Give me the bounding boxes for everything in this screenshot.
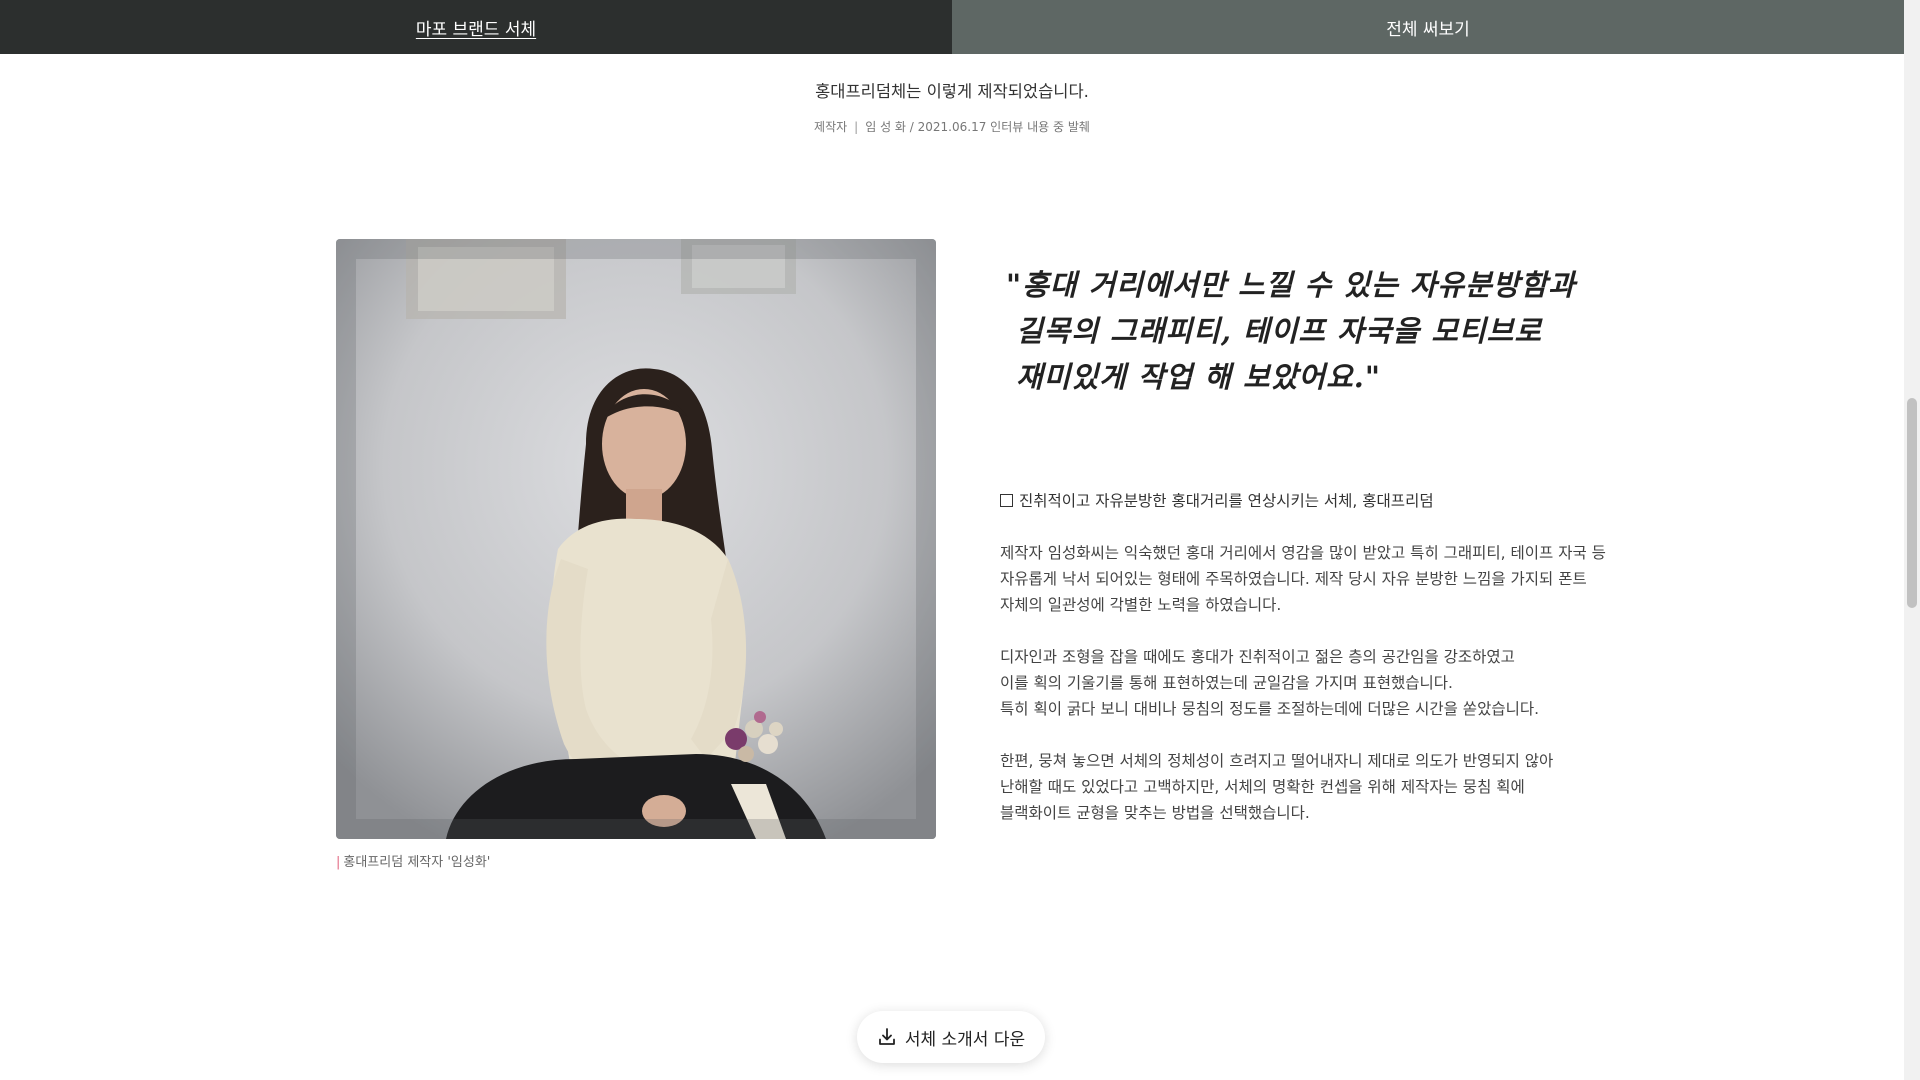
body-line: 디자인과 조형을 잡을 때에도 홍대가 진취적이고 젊은 층의 공간임을 강조하… xyxy=(1000,648,1515,666)
photo-caption: | 홍대프리덤 제작자 '임성화' xyxy=(336,851,490,870)
quote-line: 재미있게 작업 해 보았어요." xyxy=(1016,360,1381,394)
credit-separator: | xyxy=(854,120,859,134)
body-heading-text: 진취적이고 자유분방한 홍대거리를 연상시키는 서체, 홍대프리덤 xyxy=(1019,492,1434,510)
body-paragraph: 한편, 뭉쳐 놓으면 서체의 정체성이 흐려지고 떨어내자니 제대로 의도가 반… xyxy=(1000,748,1680,826)
tab-try-all[interactable]: 전체 써보기 xyxy=(952,0,1904,54)
tab-label: 마포 브랜드 서체 xyxy=(415,19,537,40)
interview-body: 진취적이고 자유분방한 홍대거리를 연상시키는 서체, 홍대프리덤 제작자 임성… xyxy=(1000,488,1680,852)
credit-role: 제작자 xyxy=(814,120,848,134)
page-scrollbar[interactable] xyxy=(1904,0,1920,1080)
body-paragraph: 제작자 임성화씨는 익숙했던 홍대 거리에서 영감을 많이 받았고 특히 그래피… xyxy=(1000,540,1680,618)
page: 마포 브랜드 서체 전체 써보기 홍대프리덤체는 이렇게 제작되었습니다. 제작… xyxy=(0,0,1920,1080)
body-line: 난해할 때도 있었다고 고백하지만, 서체의 명확한 컨셉을 위해 제작자는 뭉… xyxy=(1000,778,1525,796)
body-line: 자유롭게 낙서 되어있는 형태에 주목하였습니다. 제작 당시 자유 분방한 느… xyxy=(1000,570,1587,588)
body-heading: 진취적이고 자유분방한 홍대거리를 연상시키는 서체, 홍대프리덤 xyxy=(1000,488,1680,514)
quote-line: "홍대 거리에서만 느낄 수 있는 자유분방함과 xyxy=(1006,268,1576,302)
interview-credit: 제작자 | 임 성 화 / 2021.06.17 인터뷰 내용 중 발췌 xyxy=(0,118,1904,135)
designer-photo xyxy=(336,239,936,839)
body-line: 제작자 임성화씨는 익숙했던 홍대 거리에서 영감을 많이 받았고 특히 그래피… xyxy=(1000,544,1606,562)
caption-marker: | xyxy=(336,855,341,870)
credit-text: 임 성 화 / 2021.06.17 인터뷰 내용 중 발췌 xyxy=(865,120,1090,134)
tab-label: 전체 써보기 xyxy=(1386,19,1470,40)
download-icon xyxy=(877,1027,897,1047)
scrollbar-thumb[interactable] xyxy=(1907,398,1917,608)
tab-mapo-brand-font[interactable]: 마포 브랜드 서체 xyxy=(0,0,952,54)
checkbox-square-icon xyxy=(1000,494,1013,507)
body-line: 자체의 일관성에 각별한 노력을 하였습니다. xyxy=(1000,596,1282,614)
body-paragraph: 디자인과 조형을 잡을 때에도 홍대가 진취적이고 젊은 층의 공간임을 강조하… xyxy=(1000,644,1680,722)
designer-quote: "홍대 거리에서만 느낄 수 있는 자유분방함과 길목의 그래피티, 테이프 자… xyxy=(1006,262,1646,400)
body-line: 특히 획이 굵다 보니 대비나 뭉침의 정도를 조절하는데에 더많은 시간을 쏟… xyxy=(1000,700,1540,718)
body-line: 한편, 뭉쳐 놓으면 서체의 정체성이 흐려지고 떨어내자니 제대로 의도가 반… xyxy=(1000,752,1554,770)
brand-tab-bar: 마포 브랜드 서체 전체 써보기 xyxy=(0,0,1904,54)
download-brochure-button[interactable]: 서체 소개서 다운 xyxy=(857,1011,1045,1063)
quote-line: 길목의 그래피티, 테이프 자국을 모티브로 xyxy=(1016,314,1543,348)
section-title: 홍대프리덤체는 이렇게 제작되었습니다. xyxy=(815,82,1089,101)
body-line: 이를 획의 기울기를 통해 표현하였는데 균일감을 가지며 표현했습니다. xyxy=(1000,674,1453,692)
body-line: 블랙화이트 균형을 맞추는 방법을 선택했습니다. xyxy=(1000,804,1310,822)
download-label: 서체 소개서 다운 xyxy=(904,1029,1026,1050)
caption-text: 홍대프리덤 제작자 '임성화' xyxy=(343,855,491,870)
